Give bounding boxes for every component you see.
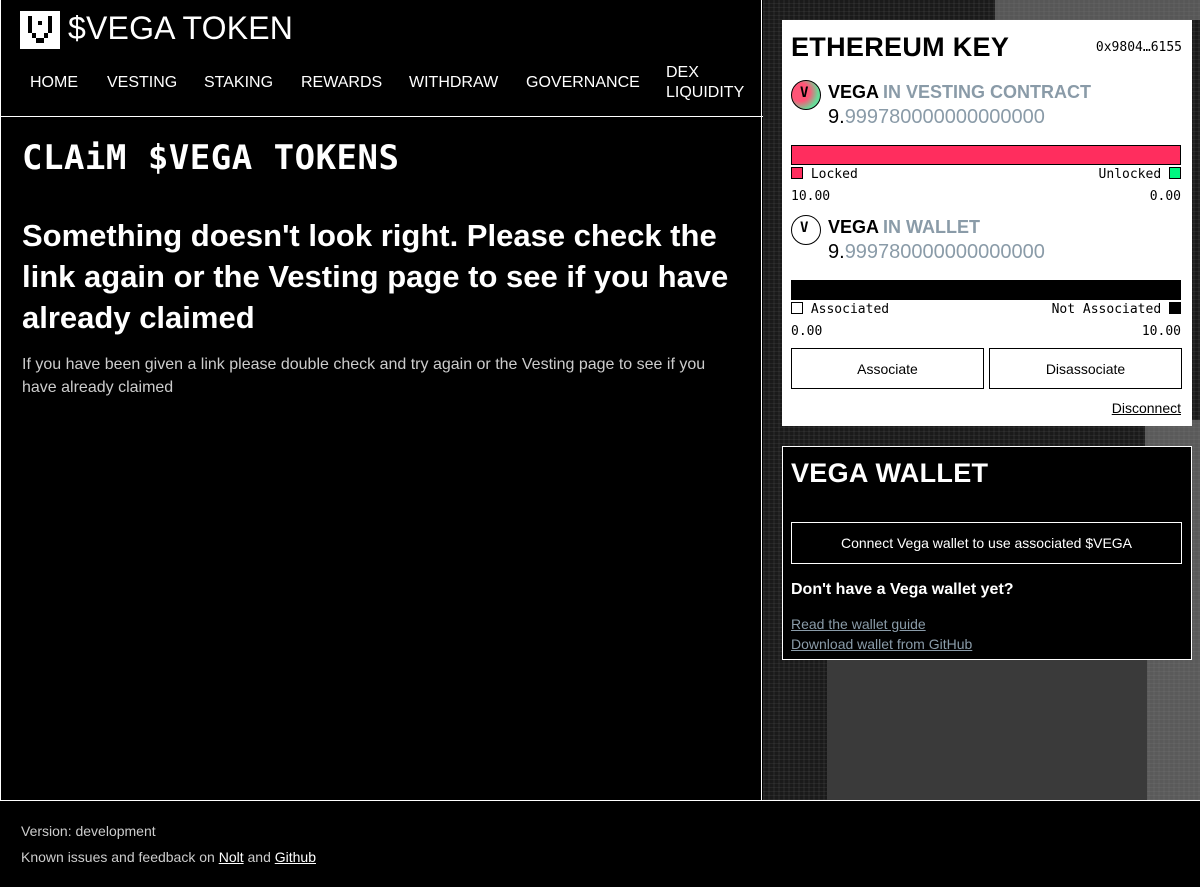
- nav-vesting[interactable]: VESTING: [107, 73, 177, 93]
- vesting-token-label: VEGA IN VESTING CONTRACT: [828, 82, 1092, 102]
- nav-staking[interactable]: STAKING: [204, 73, 273, 93]
- noise-patch: [995, 0, 1200, 20]
- vega-token-icon: V: [791, 215, 821, 245]
- locked-value: 10.00: [791, 189, 831, 204]
- locked-legend: Locked: [791, 167, 858, 182]
- version-text: Version: development: [21, 823, 156, 839]
- nolt-link[interactable]: Nolt: [219, 849, 244, 865]
- locked-swatch: [791, 167, 803, 179]
- vesting-amount: 9.999780000000000000: [828, 106, 1045, 128]
- wallet-guide-link[interactable]: Read the wallet guide: [791, 616, 926, 632]
- error-detail: If you have been given a link please dou…: [22, 356, 706, 396]
- not-associated-legend: Not Associated: [1052, 302, 1181, 317]
- error-heading: Something doesn't look right. Please che…: [22, 218, 729, 335]
- vega-token-icon: V: [791, 80, 821, 110]
- disconnect-link[interactable]: Disconnect: [1112, 400, 1181, 416]
- noise-patch: [827, 660, 1147, 800]
- associate-button[interactable]: Associate: [791, 348, 984, 389]
- download-wallet-link[interactable]: Download wallet from GitHub: [791, 636, 972, 652]
- connect-vega-wallet-button[interactable]: Connect Vega wallet to use associated $V…: [791, 522, 1182, 564]
- nav-withdraw[interactable]: WITHDRAW: [409, 73, 498, 93]
- wallet-token-label: VEGA IN WALLET: [828, 217, 981, 237]
- wallet-amount: 9.999780000000000000: [828, 241, 1045, 263]
- eth-address[interactable]: 0x9804…6155: [1096, 40, 1182, 55]
- site-title: $VEGA TOKEN: [68, 10, 294, 46]
- main-panel: $VEGA TOKEN HOME VESTING STAKING REWARDS…: [0, 0, 763, 800]
- disassociate-button[interactable]: Disassociate: [989, 348, 1182, 389]
- not-associated-value: 10.00: [1141, 324, 1181, 339]
- unlocked-legend: Unlocked: [1099, 167, 1181, 182]
- nav-dex-liquidity[interactable]: DEX LIQUIDITY: [666, 63, 756, 103]
- unlocked-value: 0.00: [1149, 189, 1181, 204]
- nav-home[interactable]: HOME: [30, 73, 78, 93]
- unlocked-swatch: [1169, 167, 1181, 179]
- eth-card-title: ETHEREUM KEY: [791, 32, 1010, 62]
- feedback-text: Known issues and feedback on Nolt and Gi…: [21, 849, 316, 865]
- associated-swatch: [791, 302, 803, 314]
- vega-wallet-title: VEGA WALLET: [791, 458, 989, 488]
- main-nav: HOME VESTING STAKING REWARDS WITHDRAW GO…: [30, 62, 750, 102]
- associated-value: 0.00: [791, 324, 823, 339]
- locked-progress-bar: [791, 145, 1181, 165]
- not-associated-swatch: [1169, 302, 1181, 314]
- page-title: CLAiM $VEGA TOKENS: [22, 138, 400, 178]
- associated-legend: Associated: [791, 302, 889, 317]
- association-progress-bar: [791, 280, 1181, 300]
- github-link[interactable]: Github: [275, 849, 316, 865]
- vega-logo-icon[interactable]: [20, 11, 60, 49]
- footer: Version: development Known issues and fe…: [0, 800, 1200, 887]
- nav-governance[interactable]: GOVERNANCE: [526, 73, 640, 93]
- nav-rewards[interactable]: REWARDS: [301, 73, 382, 93]
- no-wallet-prompt: Don't have a Vega wallet yet?: [791, 581, 1014, 598]
- ethereum-key-card: ETHEREUM KEY 0x9804…6155 V VEGA IN VESTIN…: [782, 20, 1192, 426]
- vega-wallet-card: VEGA WALLET Connect Vega wallet to use a…: [782, 446, 1192, 660]
- header: $VEGA TOKEN HOME VESTING STAKING REWARDS…: [1, 0, 763, 117]
